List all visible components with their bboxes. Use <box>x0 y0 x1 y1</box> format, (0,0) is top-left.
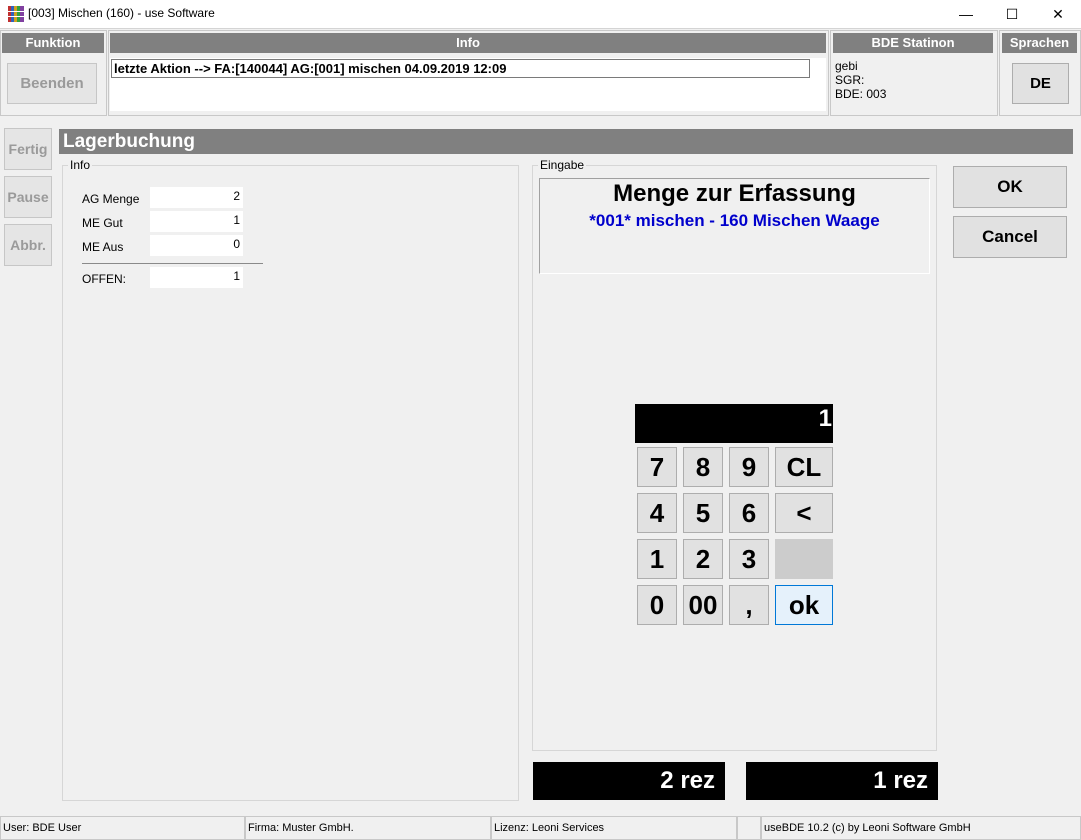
maximize-icon: ☐ <box>1005 5 1019 22</box>
input-group-legend: Eingabe <box>538 158 587 172</box>
key-4[interactable]: 4 <box>637 493 677 533</box>
close-icon: ✕ <box>1052 5 1064 22</box>
key-2[interactable]: 2 <box>683 539 723 579</box>
ok-button[interactable]: OK <box>953 166 1067 208</box>
close-button[interactable]: ✕ <box>1035 0 1081 28</box>
fertig-button[interactable]: Fertig <box>4 128 52 170</box>
station-line: SGR: <box>835 73 865 87</box>
offen-value: 1 <box>150 267 243 288</box>
me-aus-label: ME Aus <box>82 240 124 254</box>
abbr-button[interactable]: Abbr. <box>4 224 52 266</box>
key-blank <box>775 539 833 579</box>
key-9[interactable]: 9 <box>729 447 769 487</box>
key-6[interactable]: 6 <box>729 493 769 533</box>
status-empty <box>737 816 761 840</box>
info-header: Info <box>110 33 826 53</box>
me-aus-value: 0 <box>150 235 243 256</box>
key-clear[interactable]: CL <box>775 447 833 487</box>
key-8[interactable]: 8 <box>683 447 723 487</box>
me-gut-value: 1 <box>150 211 243 232</box>
status-version: useBDE 10.2 (c) by Leoni Software GmbH <box>761 816 1081 840</box>
section-title: Lagerbuchung <box>59 129 1073 154</box>
key-backspace[interactable]: < <box>775 493 833 533</box>
key-comma[interactable]: , <box>729 585 769 625</box>
counter-right: 1 rez <box>746 762 938 800</box>
key-ok[interactable]: ok <box>775 585 833 625</box>
app-icon <box>8 6 24 22</box>
key-7[interactable]: 7 <box>637 447 677 487</box>
status-lizenz: Lizenz: Leoni Services <box>491 816 737 840</box>
station-line: gebi <box>835 59 858 73</box>
window-title: [003] Mischen (160) - use Software <box>28 6 215 20</box>
station-info: gebi SGR: BDE: 003 <box>835 59 886 101</box>
minimize-icon: — <box>959 6 973 22</box>
info-group <box>62 165 519 801</box>
info-group-legend: Info <box>68 158 93 172</box>
beenden-button[interactable]: Beenden <box>7 63 97 104</box>
me-gut-label: ME Gut <box>82 216 123 230</box>
status-user: User: BDE User <box>0 816 245 840</box>
key-5[interactable]: 5 <box>683 493 723 533</box>
sprachen-header: Sprachen <box>1002 33 1077 53</box>
station-line: BDE: 003 <box>835 87 887 101</box>
quantity-display[interactable]: 1 <box>635 404 833 443</box>
key-0[interactable]: 0 <box>637 585 677 625</box>
maximize-button[interactable]: ☐ <box>989 0 1035 28</box>
divider <box>0 28 1081 29</box>
prompt-subheading: *001* mischen - 160 Mischen Waage <box>589 211 880 230</box>
funktion-header: Funktion <box>2 33 104 53</box>
counter-left: 2 rez <box>533 762 725 800</box>
language-button[interactable]: DE <box>1012 63 1069 104</box>
key-1[interactable]: 1 <box>637 539 677 579</box>
cancel-button[interactable]: Cancel <box>953 216 1067 258</box>
offen-label: OFFEN: <box>82 272 126 286</box>
key-3[interactable]: 3 <box>729 539 769 579</box>
ag-menge-label: AG Menge <box>82 192 140 206</box>
pause-button[interactable]: Pause <box>4 176 52 218</box>
sum-divider <box>82 263 263 264</box>
key-00[interactable]: 00 <box>683 585 723 625</box>
prompt-heading: Menge zur Erfassung <box>613 180 856 207</box>
station-header: BDE Statinon <box>833 33 993 53</box>
minimize-button[interactable]: — <box>943 0 989 28</box>
ag-menge-value: 2 <box>150 187 243 208</box>
last-action-field: letzte Aktion --> FA:[140044] AG:[001] m… <box>111 59 810 78</box>
status-firma: Firma: Muster GmbH. <box>245 816 491 840</box>
